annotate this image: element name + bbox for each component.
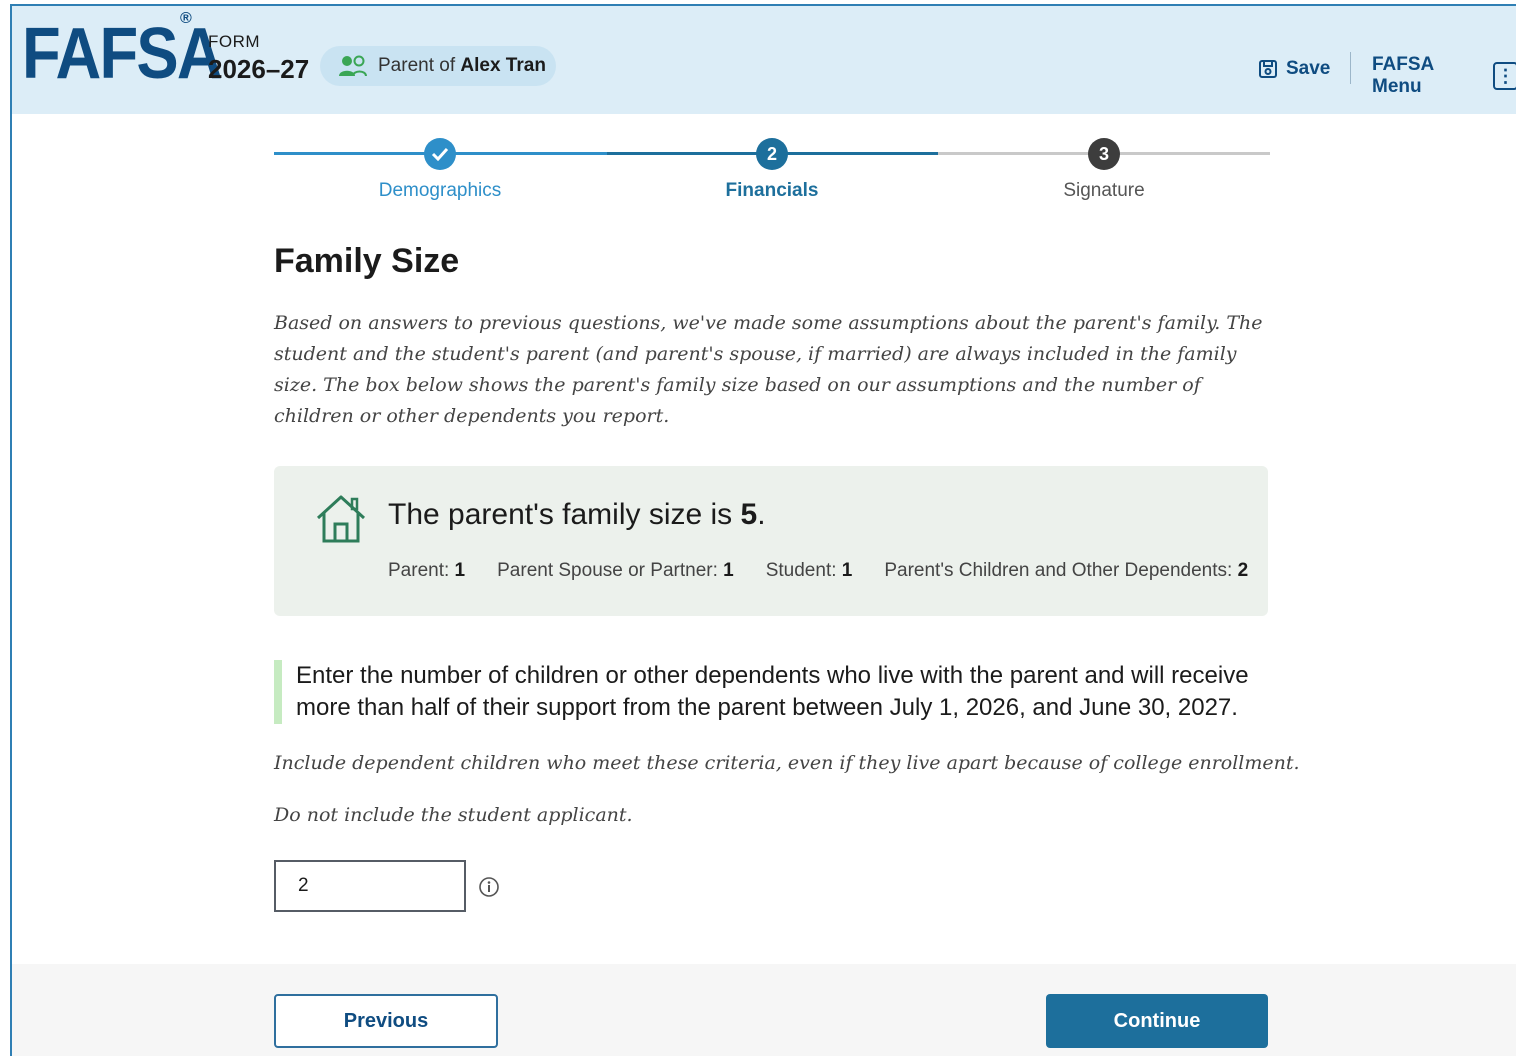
family-size-breakdown: Parent: 1 Parent Spouse or Partner: 1 St… xyxy=(388,560,1280,582)
step-3-label: Signature xyxy=(1063,180,1145,201)
header-divider xyxy=(1350,52,1351,84)
info-icon[interactable] xyxy=(478,876,500,898)
step-3-number: 3 xyxy=(1088,138,1120,170)
breakdown-student: Student: 1 xyxy=(765,560,853,581)
family-size-suffix: . xyxy=(757,498,766,531)
role-name: Alex Tran xyxy=(460,55,546,76)
save-label: Save xyxy=(1286,58,1331,79)
fafsa-menu-button[interactable]: FAFSA Menu ⋮ xyxy=(1372,54,1516,98)
breakdown-spouse: Parent Spouse or Partner: 1 xyxy=(497,560,734,581)
step-2-label: Financials xyxy=(725,180,819,201)
step-2-number: 2 xyxy=(756,138,788,170)
continue-button[interactable]: Continue xyxy=(1046,994,1268,1048)
dependents-count-input[interactable] xyxy=(274,860,466,912)
page-title: Family Size xyxy=(274,242,460,280)
people-icon xyxy=(339,55,367,77)
question-hint-include: Include dependent children who meet thes… xyxy=(274,752,1300,774)
previous-button[interactable]: Previous xyxy=(274,994,498,1048)
family-size-heading: The parent's family size is 5. xyxy=(388,498,766,532)
breakdown-dependents: Parent's Children and Other Dependents: … xyxy=(884,560,1249,581)
family-size-value: 5 xyxy=(740,498,758,531)
step-1-check-icon xyxy=(424,138,456,170)
registered-mark: ® xyxy=(180,10,192,27)
save-button[interactable]: Save xyxy=(1258,58,1330,80)
house-icon xyxy=(316,495,366,543)
progress-stepper: Demographics 2 Financials 3 Signature xyxy=(274,134,1270,214)
form-year: 2026–27 xyxy=(208,54,310,84)
family-size-summary: The parent's family size is 5. Parent: 1… xyxy=(274,466,1268,616)
app-frame: FAFSA ® FORM 2026–27 Parent of Alex Tran xyxy=(10,4,1516,1056)
role-prefix: Parent of xyxy=(378,55,456,76)
role-badge: Parent of Alex Tran xyxy=(320,46,556,86)
footer-nav: Previous Continue xyxy=(12,964,1516,1056)
menu-label: FAFSA Menu xyxy=(1372,54,1434,97)
step-1-label: Demographics xyxy=(378,180,502,201)
intro-text: Based on answers to previous questions, … xyxy=(274,312,1263,427)
kebab-menu-icon: ⋮ xyxy=(1493,62,1516,90)
breakdown-parent: Parent: 1 xyxy=(388,560,466,581)
header: FAFSA ® FORM 2026–27 Parent of Alex Tran xyxy=(12,6,1516,114)
question-hint-exclude: Do not include the student applicant. xyxy=(274,804,633,826)
save-icon xyxy=(1259,60,1277,78)
form-label: FORM xyxy=(208,32,261,51)
dependents-question: Enter the number of children or other de… xyxy=(274,660,1274,724)
role-text: Parent of Alex Tran xyxy=(378,55,546,77)
family-size-prefix: The parent's family size is xyxy=(388,498,741,531)
